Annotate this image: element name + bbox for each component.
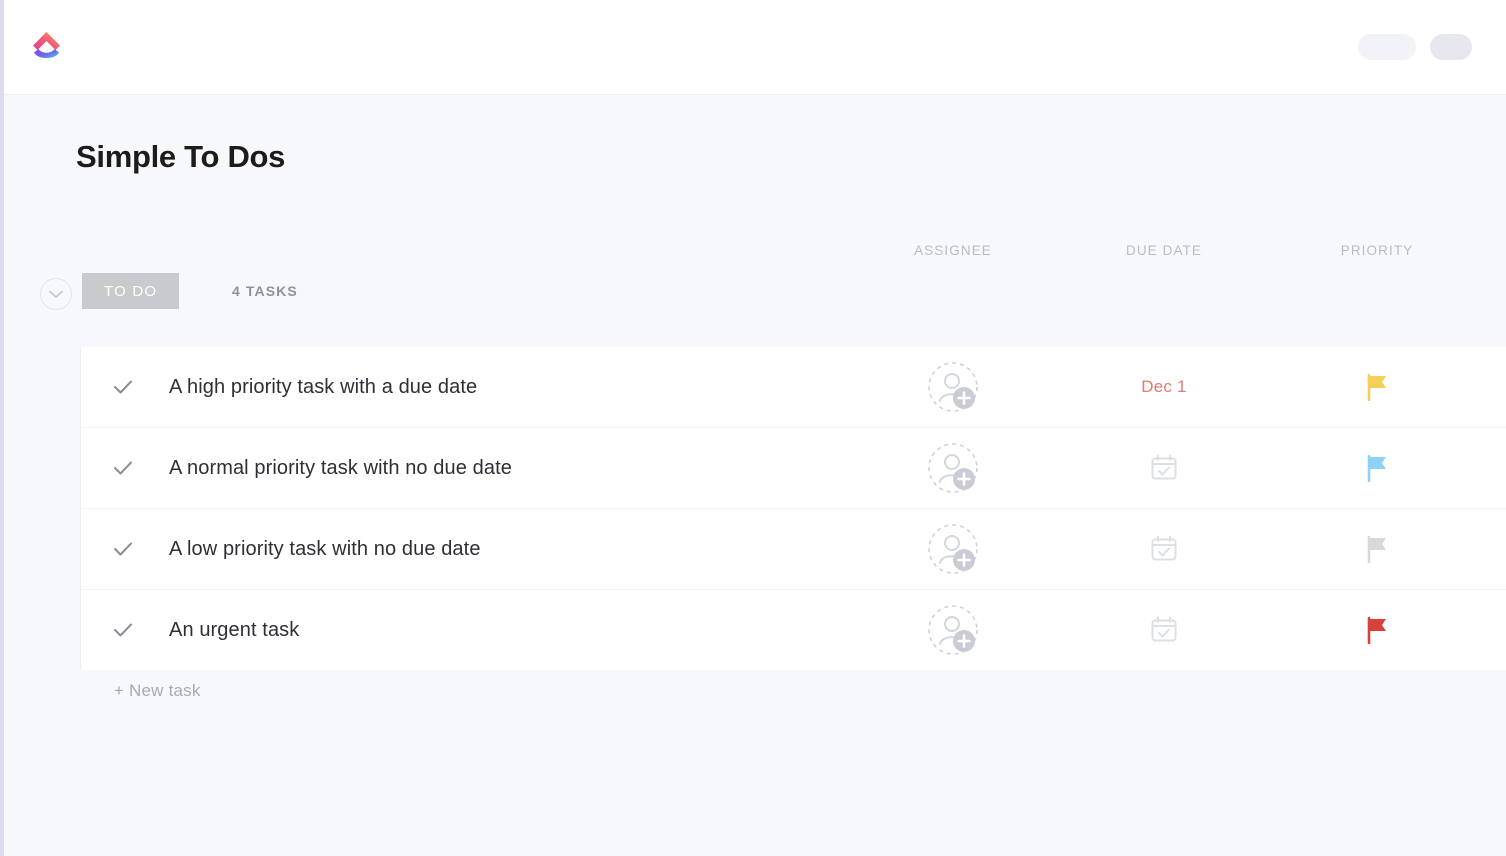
add-assignee-icon <box>928 524 978 574</box>
check-icon <box>114 461 132 475</box>
task-complete-check-icon[interactable] <box>112 619 134 641</box>
task-due-date-cell[interactable] <box>1084 509 1244 589</box>
top-bar-actions <box>1358 34 1472 60</box>
task-assignee-cell[interactable] <box>873 428 1033 508</box>
task-count-label: 4 TASKS <box>232 283 298 299</box>
table-row[interactable]: A normal priority task with no due date <box>81 428 1506 509</box>
status-pill-todo[interactable]: TO DO <box>82 273 180 309</box>
app-root: Simple To Dos ASSIGNEE DUE DATE PRIORITY… <box>0 0 1506 856</box>
check-icon <box>114 542 132 556</box>
toolbar-placeholder-narrow[interactable] <box>1430 34 1472 60</box>
flag-icon <box>1367 616 1386 644</box>
calendar-icon <box>1151 616 1177 642</box>
clickup-logo[interactable] <box>26 26 68 68</box>
table-row[interactable]: A low priority task with no due date <box>81 509 1506 590</box>
column-header-due-date[interactable]: DUE DATE <box>1084 243 1244 258</box>
add-assignee-icon <box>928 362 978 412</box>
flag-icon <box>1367 373 1386 401</box>
toolbar-placeholder-wide[interactable] <box>1358 34 1416 60</box>
column-header-assignee[interactable]: ASSIGNEE <box>873 243 1033 258</box>
task-priority-cell[interactable] <box>1297 509 1457 589</box>
task-priority-cell[interactable] <box>1297 347 1457 427</box>
page-title: Simple To Dos <box>76 139 286 174</box>
add-assignee-icon <box>928 605 978 655</box>
task-name[interactable]: A normal priority task with no due date <box>169 457 512 480</box>
task-complete-check-icon[interactable] <box>112 376 134 398</box>
task-due-date-cell[interactable] <box>1084 428 1244 508</box>
check-icon <box>114 380 132 394</box>
task-name[interactable]: An urgent task <box>169 619 299 642</box>
task-due-date-cell[interactable]: Dec 1 <box>1084 347 1244 427</box>
chevron-down-icon <box>49 290 63 298</box>
task-priority-cell[interactable] <box>1297 590 1457 670</box>
task-due-date-cell[interactable] <box>1084 590 1244 670</box>
column-headers: ASSIGNEE DUE DATE PRIORITY <box>4 243 1506 273</box>
main-content: Simple To Dos ASSIGNEE DUE DATE PRIORITY… <box>4 95 1506 700</box>
task-name[interactable]: A high priority task with a due date <box>169 376 477 399</box>
task-assignee-cell[interactable] <box>873 347 1033 427</box>
task-name[interactable]: A low priority task with no due date <box>169 538 481 561</box>
new-task-button[interactable]: + New task <box>114 681 201 701</box>
table-row[interactable]: A high priority task with a due date Dec… <box>81 347 1506 428</box>
table-row[interactable]: An urgent task <box>81 590 1506 670</box>
task-complete-check-icon[interactable] <box>112 457 134 479</box>
column-header-priority[interactable]: PRIORITY <box>1297 243 1457 258</box>
flag-icon <box>1367 454 1386 482</box>
task-assignee-cell[interactable] <box>873 590 1033 670</box>
task-list: A high priority task with a due date Dec… <box>81 347 1506 670</box>
add-assignee-icon <box>928 443 978 493</box>
check-icon <box>114 623 132 637</box>
flag-icon <box>1367 535 1386 563</box>
collapse-group-button[interactable] <box>40 278 72 310</box>
task-complete-check-icon[interactable] <box>112 538 134 560</box>
top-bar <box>4 0 1506 95</box>
calendar-icon <box>1151 535 1177 561</box>
task-priority-cell[interactable] <box>1297 428 1457 508</box>
calendar-icon <box>1151 454 1177 480</box>
task-assignee-cell[interactable] <box>873 509 1033 589</box>
status-group-header: TO DO 4 TASKS <box>4 273 1506 317</box>
due-date-value: Dec 1 <box>1141 377 1187 396</box>
